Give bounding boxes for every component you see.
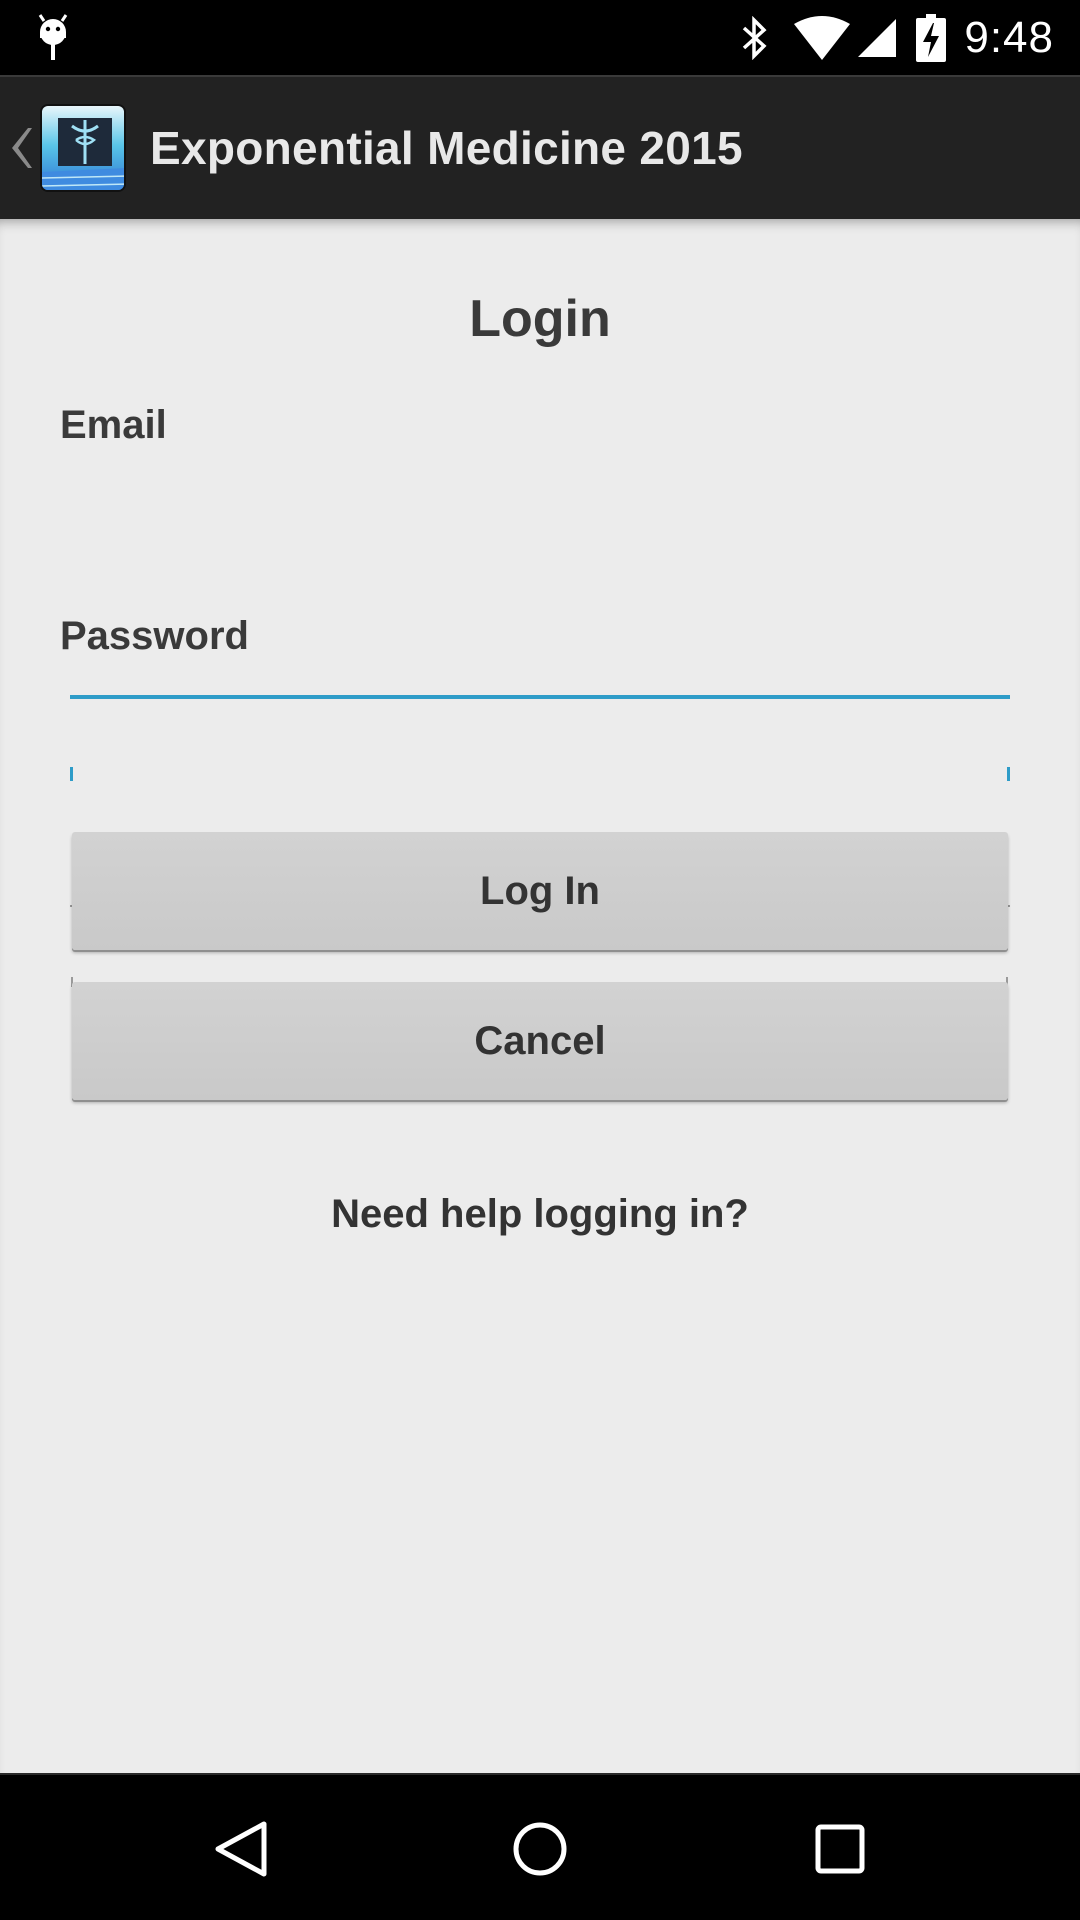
status-time: 9:48 [964, 12, 1054, 62]
status-icons: 9:48 [736, 0, 1054, 75]
back-chevron-icon [10, 128, 32, 168]
log-in-button[interactable]: Log In [72, 832, 1008, 950]
up-button[interactable] [0, 76, 134, 220]
cell-signal-icon [856, 17, 898, 59]
password-label: Password [60, 614, 249, 658]
page-title: Login [469, 290, 611, 348]
wifi-icon [792, 15, 852, 60]
screen: 9:48 Exponential Medicine 2015 Login Ema… [0, 0, 1080, 1920]
email-field-edge-right [1007, 767, 1010, 781]
navigation-bar [0, 1773, 1080, 1920]
email-field-edge-left [70, 767, 73, 781]
status-bar: 9:48 [0, 0, 1080, 75]
app-logo-icon [40, 104, 126, 192]
action-bar: Exponential Medicine 2015 [0, 75, 1080, 219]
nav-recents-icon[interactable] [750, 1775, 930, 1920]
login-form: Login Email Password Log In Cancel Need … [0, 219, 1080, 1773]
email-label: Email [60, 403, 167, 447]
app-title: Exponential Medicine 2015 [150, 122, 743, 174]
nav-back-icon[interactable] [150, 1775, 330, 1920]
nav-home-icon[interactable] [450, 1775, 630, 1920]
android-debug-icon [36, 14, 70, 62]
battery-charging-icon [916, 13, 947, 62]
help-link[interactable]: Need help logging in? [0, 1192, 1080, 1237]
bluetooth-icon [736, 15, 774, 60]
cancel-button[interactable]: Cancel [72, 982, 1008, 1100]
